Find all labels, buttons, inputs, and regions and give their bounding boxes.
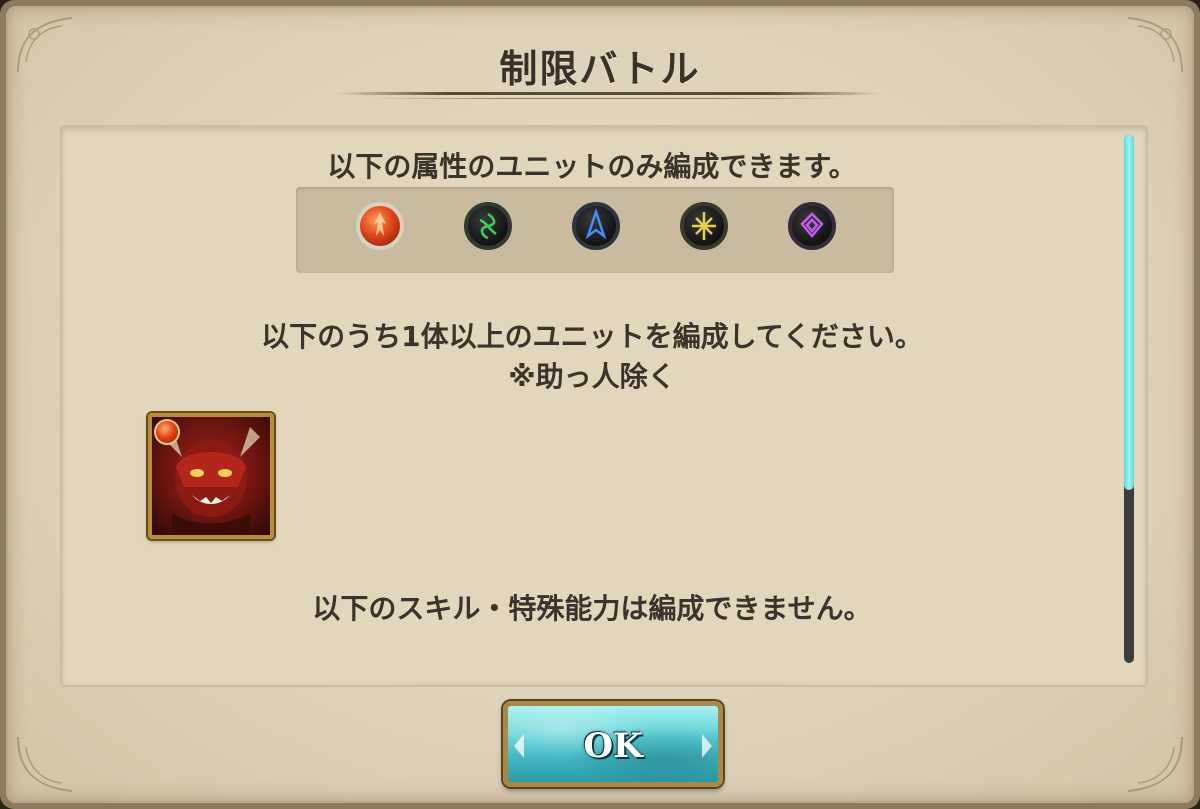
skill-restriction-text: 以下のスキル・特殊能力は編成できません。 [312,592,872,625]
content-scrollbar[interactable] [1124,135,1134,663]
dialog-panel: 制限バトル 以下の属性のユニットのみ編成できます。 以下のうち1体以上のユニット… [6,6,1194,803]
dark-attribute-icon [788,202,836,250]
fire-attribute-badge-icon [154,419,180,445]
dialog-title: 制限バトル [499,47,701,91]
dialog-frame: 制限バトル 以下の属性のユニットのみ編成できます。 以下のうち1体以上のユニット… [0,0,1200,809]
restriction-content-area[interactable]: 以下の属性のユニットのみ編成できます。 以下のうち1体以上のユニットを編成してく… [60,125,1148,687]
ok-button[interactable]: OK [503,701,723,787]
title-divider-thin [368,98,848,99]
wind-attribute-icon [464,202,512,250]
ok-button-label: OK [583,726,643,766]
unit-requirement-text: 以下のうち1体以上のユニットを編成してください。 [261,320,923,353]
title-divider [338,92,878,95]
light-attribute-icon [680,202,728,250]
corner-ornament-icon [1127,736,1183,792]
scrollbar-thumb[interactable] [1124,135,1134,490]
corner-ornament-icon [17,736,73,792]
attribute-restriction-text: 以下の属性のユニットのみ編成できます。 [327,150,857,183]
required-unit-card[interactable] [148,413,274,539]
attribute-list [296,187,894,273]
unit-requirement-note: ※助っ人除く [508,360,676,393]
fire-attribute-icon [356,202,404,250]
water-attribute-icon [572,202,620,250]
